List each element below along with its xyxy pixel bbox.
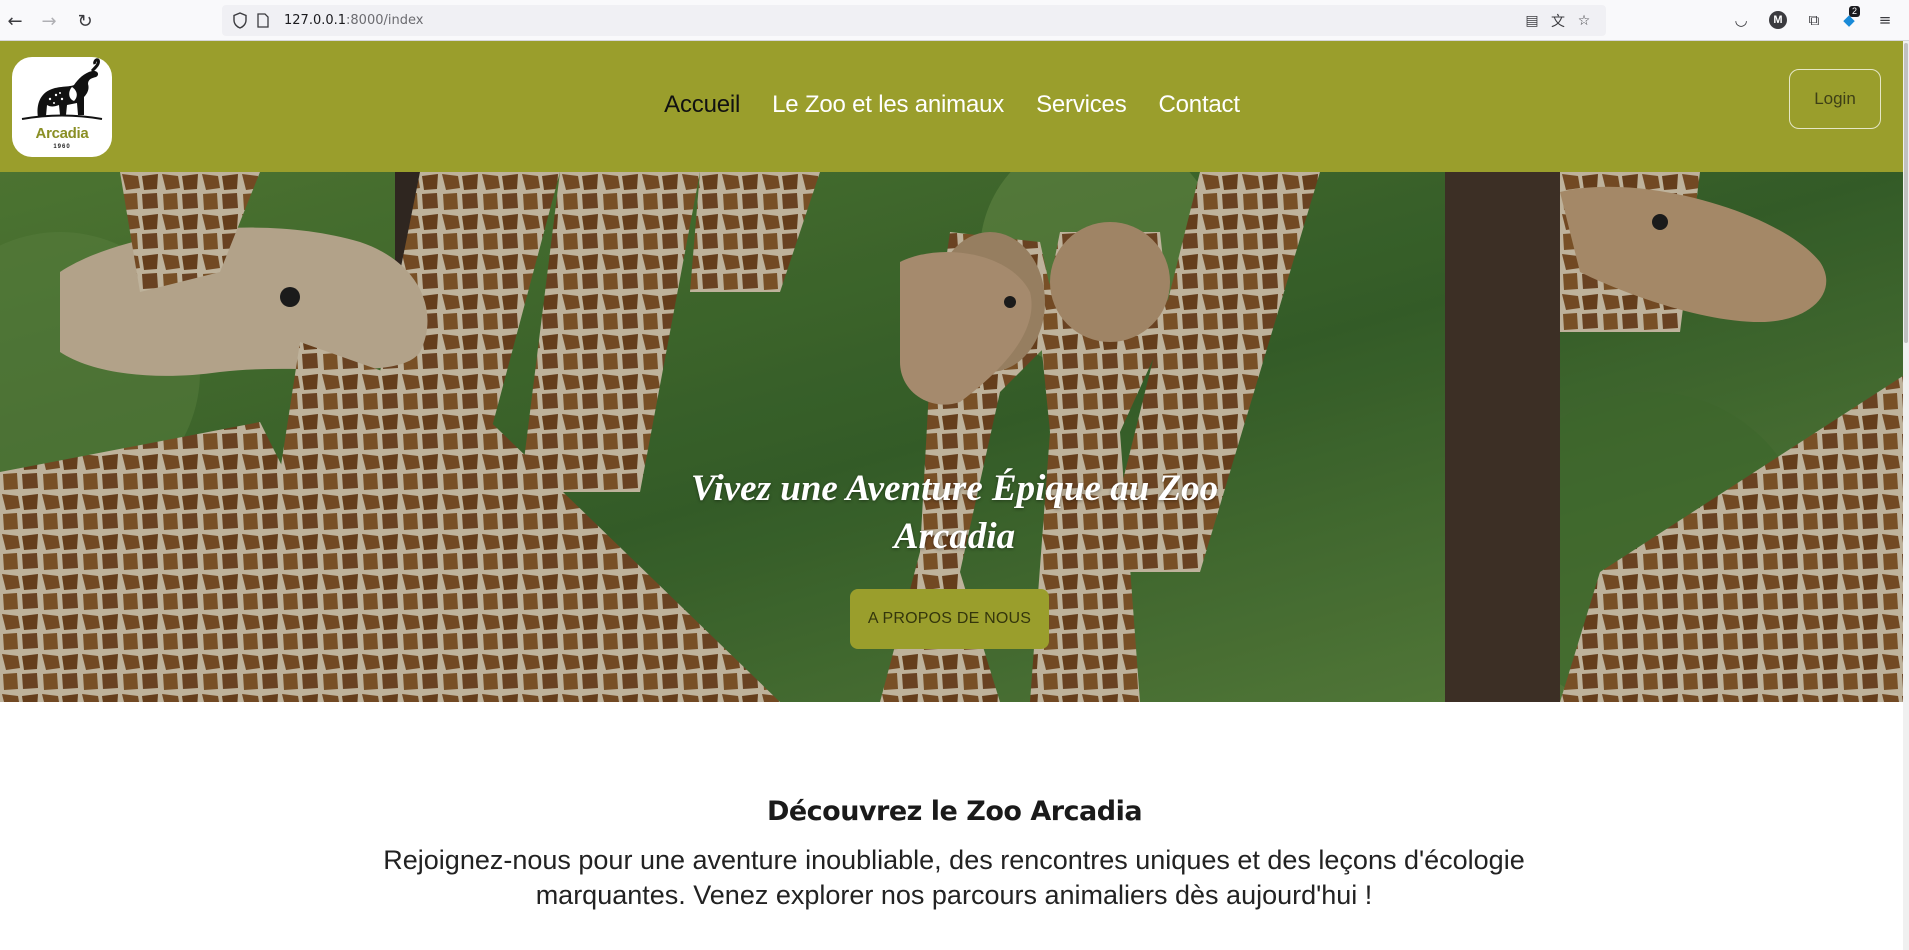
avatar-initial: M — [1773, 14, 1783, 26]
forward-icon[interactable]: → — [36, 8, 62, 34]
site-header: Arcadia 1960 Accueil Le Zoo et les anima… — [0, 41, 1909, 172]
intro-text-line-2: marquantes. Venez explorer nos parcours … — [535, 880, 1373, 910]
translate-icon[interactable]: 文 — [1548, 11, 1568, 31]
menu-icon[interactable]: ≡ — [1874, 9, 1896, 31]
browser-toolbar: ← → ↻ 127.0.0.1:8000/index ▤ 文 ☆ ◡ M ⧉ ◆… — [0, 0, 1909, 41]
reader-view-icon[interactable]: ▤ — [1522, 11, 1542, 31]
reload-icon[interactable]: ↻ — [72, 8, 98, 34]
nav-list: Accueil Le Zoo et les animaux Services C… — [664, 91, 1240, 119]
logo-brand-text: Arcadia — [35, 125, 89, 142]
hero-banner: Vivez une Aventure Épique au Zoo Arcadia… — [0, 172, 1909, 702]
about-us-button[interactable]: A PROPOS DE NOUS — [850, 589, 1049, 649]
extensions-icon[interactable]: ⧉ — [1803, 9, 1825, 31]
pocket-icon[interactable]: ◡ — [1730, 9, 1752, 31]
intro-paragraph: Rejoignez-nous pour une aventure inoubli… — [354, 843, 1554, 913]
main-navigation: Accueil Le Zoo et les animaux Services C… — [0, 91, 1909, 119]
intro-heading: Découvrez le Zoo Arcadia — [766, 796, 1143, 827]
nav-item-contact: Contact — [1159, 91, 1241, 119]
page-icon — [257, 13, 269, 28]
nav-link-contact[interactable]: Contact — [1159, 91, 1241, 118]
intro-text-line-1: Rejoignez-nous pour une aventure inoubli… — [383, 845, 1525, 875]
url-host: 127.0.0.1 — [284, 13, 347, 28]
notification-badge: 2 — [1849, 6, 1861, 17]
nav-item-accueil: Accueil — [664, 91, 740, 119]
login-button[interactable]: Login — [1789, 69, 1881, 129]
page-scrollbar[interactable] — [1903, 41, 1909, 950]
address-bar[interactable]: 127.0.0.1:8000/index ▤ 文 ☆ — [222, 5, 1606, 36]
hero-title-line-2: Arcadia — [893, 516, 1016, 557]
nav-link-services[interactable]: Services — [1036, 91, 1127, 118]
hero-title-line-1: Vivez une Aventure Épique au Zoo — [690, 468, 1219, 509]
nav-link-zoo-animaux[interactable]: Le Zoo et les animaux — [772, 91, 1004, 118]
back-icon[interactable]: ← — [2, 8, 28, 34]
url-path: :8000/index — [346, 13, 424, 28]
hero-title: Vivez une Aventure Épique au Zoo Arcadia — [0, 465, 1909, 561]
logo-year-text: 1960 — [53, 144, 71, 150]
nav-item-zoo: Le Zoo et les animaux — [772, 91, 1004, 119]
scrollbar-thumb[interactable] — [1904, 43, 1908, 343]
shield-icon[interactable] — [232, 12, 248, 29]
url-text[interactable]: 127.0.0.1:8000/index — [284, 13, 423, 28]
bookmark-star-icon[interactable]: ☆ — [1574, 11, 1594, 31]
nav-item-services: Services — [1036, 91, 1127, 119]
account-avatar[interactable]: M — [1769, 11, 1787, 29]
nav-link-accueil[interactable]: Accueil — [664, 91, 740, 118]
